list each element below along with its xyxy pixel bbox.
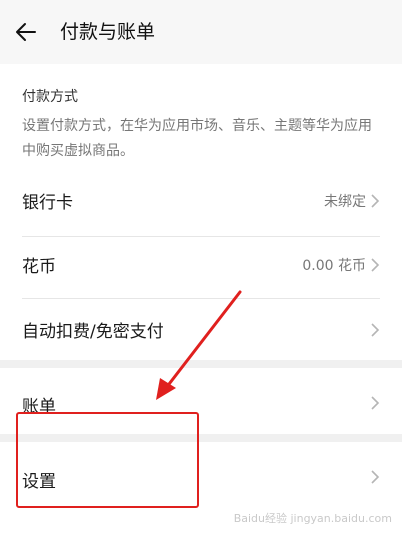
payment-methods-card: 付款方式 设置付款方式，在华为应用市场、音乐、主题等华为应用中购买虚拟商品。 银… (0, 64, 402, 360)
app-header: 付款与账单 (0, 0, 402, 64)
section-description: 设置付款方式，在华为应用市场、音乐、主题等华为应用中购买虚拟商品。 (22, 118, 372, 159)
bill-label: 账单 (22, 397, 56, 417)
section-heading: 付款方式 (22, 89, 78, 105)
chevron-right-icon (371, 396, 380, 410)
auto-pay-label: 自动扣费/免密支付 (22, 322, 164, 342)
bill-row[interactable]: 账单 (0, 368, 402, 434)
section-separator (0, 360, 402, 368)
bank-card-label: 银行卡 (22, 193, 73, 213)
auto-pay-row[interactable]: 自动扣费/免密支付 (0, 295, 402, 365)
section-separator (0, 434, 402, 442)
huabi-label: 花币 (22, 257, 56, 277)
page-title: 付款与账单 (60, 21, 156, 43)
watermark: Baidu经验 jingyan.baidu.com (233, 512, 392, 525)
huabi-row[interactable]: 花币 0.00 花币 (0, 230, 402, 300)
settings-row[interactable]: 设置 (0, 442, 402, 512)
settings-label: 设置 (22, 472, 56, 492)
chevron-right-icon (371, 258, 380, 272)
chevron-right-icon (371, 323, 380, 337)
chevron-right-icon (371, 470, 380, 484)
back-button[interactable] (12, 18, 40, 46)
bill-card: 账单 (0, 368, 402, 434)
huabi-balance: 0.00 花币 (302, 258, 366, 274)
bank-card-status: 未绑定 (324, 194, 366, 210)
chevron-right-icon (371, 194, 380, 208)
bank-card-row[interactable]: 银行卡 未绑定 (0, 166, 402, 236)
arrow-left-icon (16, 23, 36, 41)
